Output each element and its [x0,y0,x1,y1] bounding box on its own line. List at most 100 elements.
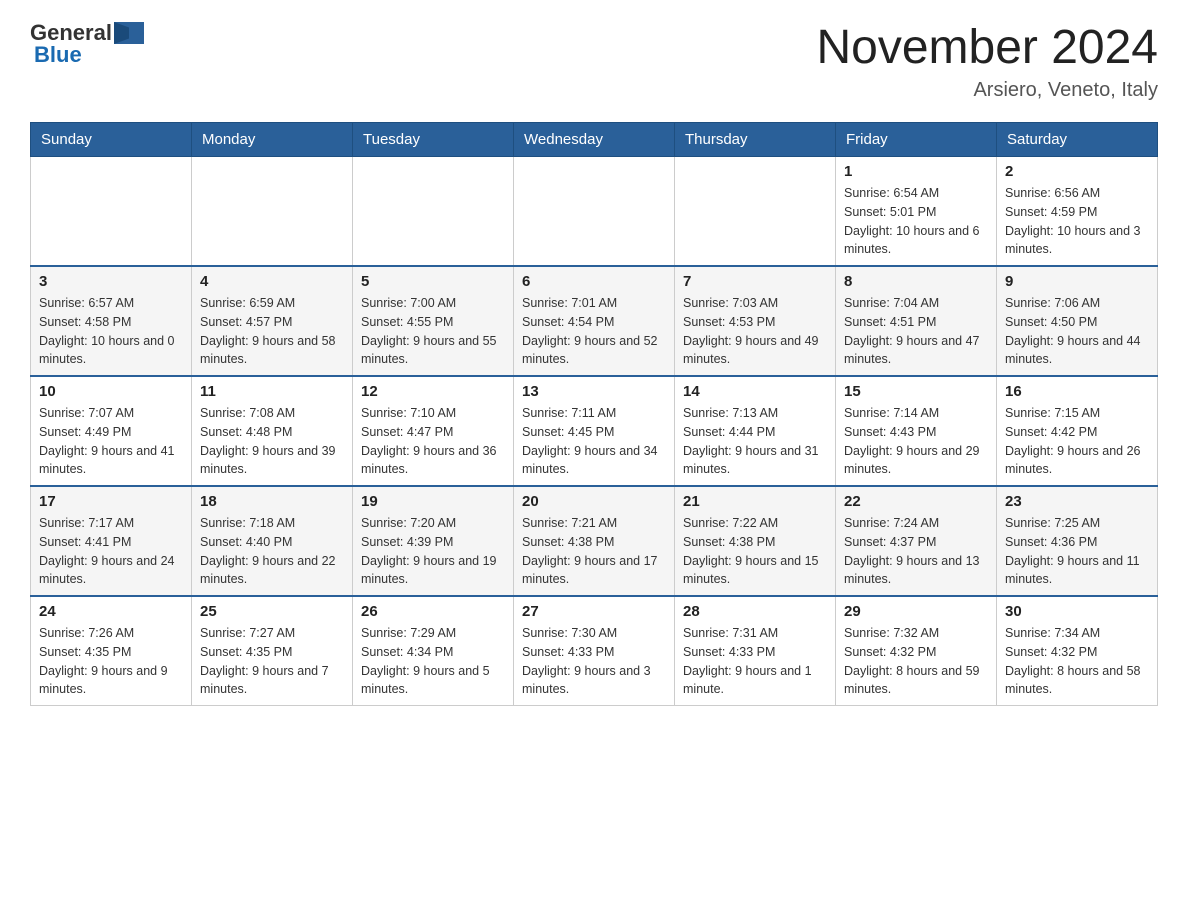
day-number: 9 [1005,273,1149,290]
day-number: 18 [200,493,344,510]
sun-info: Sunrise: 7:21 AMSunset: 4:38 PMDaylight:… [522,514,666,589]
sun-info: Sunrise: 7:01 AMSunset: 4:54 PMDaylight:… [522,294,666,369]
calendar-cell: 27 Sunrise: 7:30 AMSunset: 4:33 PMDayligh… [514,596,675,706]
day-number: 20 [522,493,666,510]
page-header: General Blue November 2024 Arsiero, Vene… [30,20,1158,102]
day-number: 8 [844,273,988,290]
calendar-cell: 16Sunrise: 7:15 AMSunset: 4:42 PMDayligh… [997,376,1158,486]
day-number: 15 [844,383,988,400]
calendar-week-row: 17 Sunrise: 7:17 AMSunset: 4:41 PMDayligh… [31,486,1158,596]
day-number: 22 [844,493,988,510]
sun-info: Sunrise: 7:24 AMSunset: 4:37 PMDaylight:… [844,514,988,589]
sun-info: Sunrise: 7:22 AMSunset: 4:38 PMDaylight:… [683,514,827,589]
title-block: November 2024 Arsiero, Veneto, Italy [816,20,1158,102]
day-number: 5 [361,273,505,290]
day-number: 28 [683,603,827,620]
calendar-cell: 25 Sunrise: 7:27 AMSunset: 4:35 PMDayligh… [192,596,353,706]
calendar-cell: 22 Sunrise: 7:24 AMSunset: 4:37 PMDayligh… [836,486,997,596]
calendar-cell: 7 Sunrise: 7:03 AMSunset: 4:53 PMDaylight… [675,266,836,376]
calendar-cell: 11Sunrise: 7:08 AMSunset: 4:48 PMDayligh… [192,376,353,486]
calendar-cell: 4Sunrise: 6:59 AMSunset: 4:57 PMDaylight… [192,266,353,376]
calendar-cell: 8 Sunrise: 7:04 AMSunset: 4:51 PMDaylight… [836,266,997,376]
day-number: 14 [683,383,827,400]
calendar-week-row: 3 Sunrise: 6:57 AMSunset: 4:58 PMDaylight… [31,266,1158,376]
sun-info: Sunrise: 7:32 AMSunset: 4:32 PMDaylight:… [844,624,988,699]
month-title: November 2024 [816,20,1158,75]
sun-info: Sunrise: 7:10 AMSunset: 4:47 PMDaylight:… [361,404,505,479]
sun-info: Sunrise: 6:54 AMSunset: 5:01 PMDaylight:… [844,184,988,259]
day-number: 30 [1005,603,1149,620]
calendar-cell: 3 Sunrise: 6:57 AMSunset: 4:58 PMDaylight… [31,266,192,376]
sun-info: Sunrise: 7:11 AMSunset: 4:45 PMDaylight:… [522,404,666,479]
day-number: 3 [39,273,183,290]
calendar-cell: 21 Sunrise: 7:22 AMSunset: 4:38 PMDayligh… [675,486,836,596]
weekday-header-tuesday: Tuesday [353,123,514,157]
sun-info: Sunrise: 6:57 AMSunset: 4:58 PMDaylight:… [39,294,183,369]
sun-info: Sunrise: 7:08 AMSunset: 4:48 PMDaylight:… [200,404,344,479]
day-number: 6 [522,273,666,290]
calendar-cell: 12Sunrise: 7:10 AMSunset: 4:47 PMDayligh… [353,376,514,486]
sun-info: Sunrise: 7:30 AMSunset: 4:33 PMDaylight:… [522,624,666,699]
calendar-cell [353,157,514,267]
sun-info: Sunrise: 7:03 AMSunset: 4:53 PMDaylight:… [683,294,827,369]
calendar-cell: 10 Sunrise: 7:07 AMSunset: 4:49 PMDayligh… [31,376,192,486]
day-number: 23 [1005,493,1149,510]
weekday-header-wednesday: Wednesday [514,123,675,157]
sun-info: Sunrise: 6:59 AMSunset: 4:57 PMDaylight:… [200,294,344,369]
calendar-cell: 18 Sunrise: 7:18 AMSunset: 4:40 PMDayligh… [192,486,353,596]
calendar-cell: 2 Sunrise: 6:56 AMSunset: 4:59 PMDaylight… [997,157,1158,267]
calendar-cell: 24 Sunrise: 7:26 AMSunset: 4:35 PMDayligh… [31,596,192,706]
day-number: 25 [200,603,344,620]
day-number: 2 [1005,163,1149,180]
weekday-header-saturday: Saturday [997,123,1158,157]
sun-info: Sunrise: 7:29 AMSunset: 4:34 PMDaylight:… [361,624,505,699]
location-text: Arsiero, Veneto, Italy [816,79,1158,102]
calendar-cell: 23 Sunrise: 7:25 AMSunset: 4:36 PMDayligh… [997,486,1158,596]
day-number: 21 [683,493,827,510]
sun-info: Sunrise: 7:18 AMSunset: 4:40 PMDaylight:… [200,514,344,589]
day-number: 19 [361,493,505,510]
sun-info: Sunrise: 7:27 AMSunset: 4:35 PMDaylight:… [200,624,344,699]
calendar-cell: 6 Sunrise: 7:01 AMSunset: 4:54 PMDaylight… [514,266,675,376]
calendar-cell [514,157,675,267]
sun-info: Sunrise: 7:04 AMSunset: 4:51 PMDaylight:… [844,294,988,369]
calendar-cell: 17 Sunrise: 7:17 AMSunset: 4:41 PMDayligh… [31,486,192,596]
sun-info: Sunrise: 7:26 AMSunset: 4:35 PMDaylight:… [39,624,183,699]
calendar-cell: 14 Sunrise: 7:13 AMSunset: 4:44 PMDayligh… [675,376,836,486]
day-number: 10 [39,383,183,400]
calendar-cell: 29Sunrise: 7:32 AMSunset: 4:32 PMDayligh… [836,596,997,706]
weekday-header-monday: Monday [192,123,353,157]
day-number: 7 [683,273,827,290]
sun-info: Sunrise: 7:20 AMSunset: 4:39 PMDaylight:… [361,514,505,589]
sun-info: Sunrise: 7:25 AMSunset: 4:36 PMDaylight:… [1005,514,1149,589]
calendar-cell: 5 Sunrise: 7:00 AMSunset: 4:55 PMDaylight… [353,266,514,376]
sun-info: Sunrise: 7:07 AMSunset: 4:49 PMDaylight:… [39,404,183,479]
day-number: 24 [39,603,183,620]
calendar-week-row: 24 Sunrise: 7:26 AMSunset: 4:35 PMDayligh… [31,596,1158,706]
calendar-cell: 15Sunrise: 7:14 AMSunset: 4:43 PMDayligh… [836,376,997,486]
sun-info: Sunrise: 7:31 AMSunset: 4:33 PMDaylight:… [683,624,827,699]
calendar-cell: 1 Sunrise: 6:54 AMSunset: 5:01 PMDaylight… [836,157,997,267]
calendar-cell: 20 Sunrise: 7:21 AMSunset: 4:38 PMDayligh… [514,486,675,596]
weekday-header-friday: Friday [836,123,997,157]
calendar-cell: 13Sunrise: 7:11 AMSunset: 4:45 PMDayligh… [514,376,675,486]
day-number: 17 [39,493,183,510]
sun-info: Sunrise: 7:06 AMSunset: 4:50 PMDaylight:… [1005,294,1149,369]
sun-info: Sunrise: 7:17 AMSunset: 4:41 PMDaylight:… [39,514,183,589]
calendar-week-row: 10 Sunrise: 7:07 AMSunset: 4:49 PMDayligh… [31,376,1158,486]
day-number: 1 [844,163,988,180]
day-number: 27 [522,603,666,620]
weekday-header-row: SundayMondayTuesdayWednesdayThursdayFrid… [31,123,1158,157]
logo-blue-text: Blue [34,42,82,68]
calendar-cell [31,157,192,267]
calendar-cell: 30Sunrise: 7:34 AMSunset: 4:32 PMDayligh… [997,596,1158,706]
weekday-header-thursday: Thursday [675,123,836,157]
sun-info: Sunrise: 7:00 AMSunset: 4:55 PMDaylight:… [361,294,505,369]
weekday-header-sunday: Sunday [31,123,192,157]
sun-info: Sunrise: 6:56 AMSunset: 4:59 PMDaylight:… [1005,184,1149,259]
day-number: 16 [1005,383,1149,400]
logo-flag-icon [114,22,144,44]
calendar-cell: 19 Sunrise: 7:20 AMSunset: 4:39 PMDayligh… [353,486,514,596]
sun-info: Sunrise: 7:13 AMSunset: 4:44 PMDaylight:… [683,404,827,479]
calendar-cell: 26Sunrise: 7:29 AMSunset: 4:34 PMDayligh… [353,596,514,706]
